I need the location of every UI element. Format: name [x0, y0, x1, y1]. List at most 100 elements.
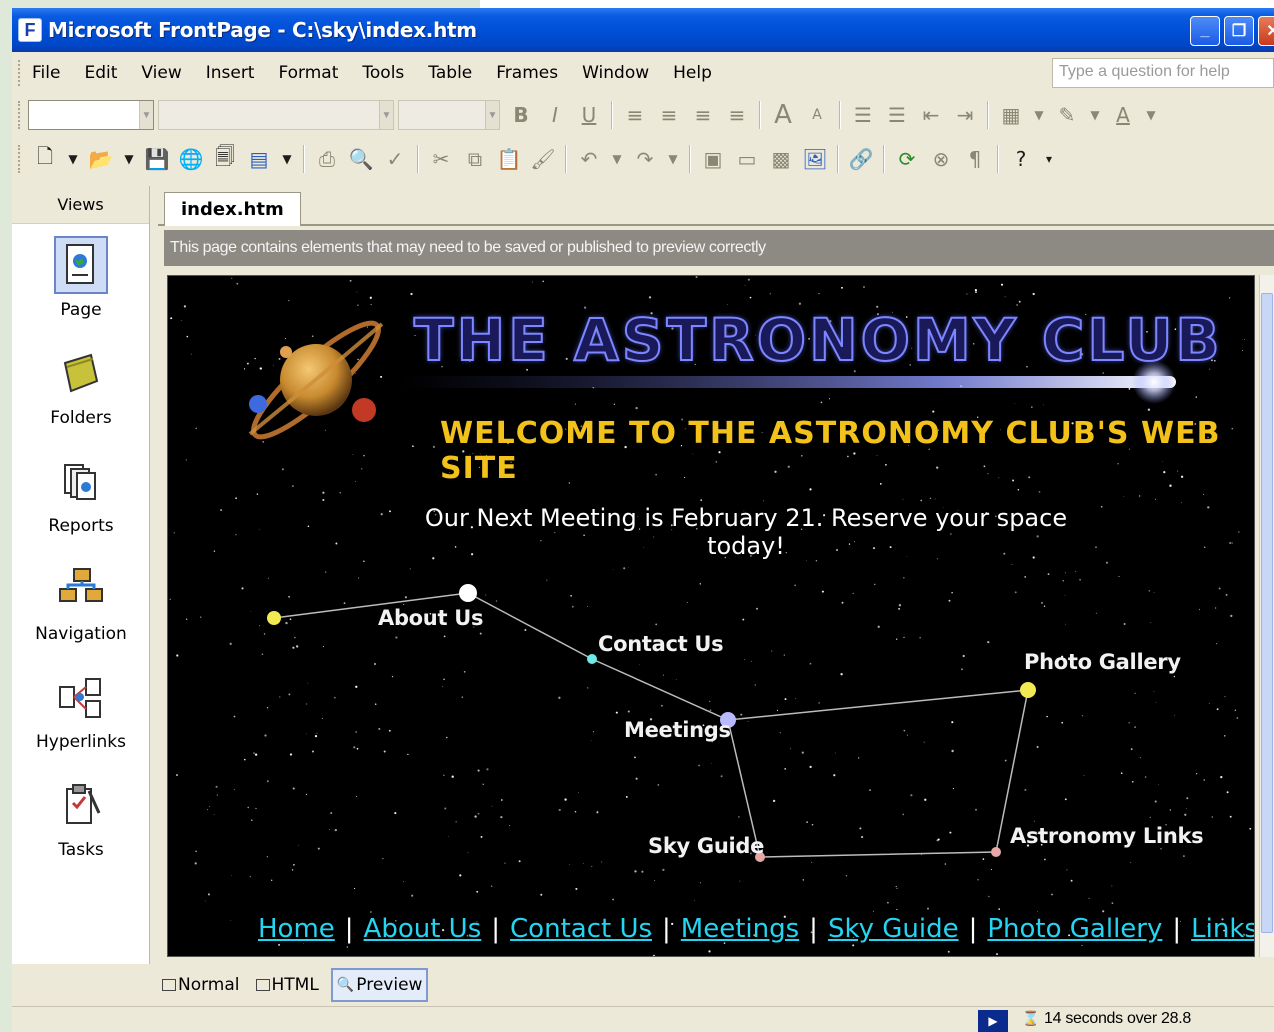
title-bar[interactable]: F Microsoft FrontPage - C:\sky\index.htm… [12, 8, 1274, 52]
chevron-down-icon[interactable]: ▼ [662, 143, 684, 175]
tab-preview[interactable]: 🔍 Preview [330, 968, 429, 1002]
copy-icon[interactable]: ⧉ [458, 143, 492, 175]
view-page[interactable]: Page [12, 236, 150, 340]
constellation-link-astronomy-links[interactable]: Astronomy Links [1010, 824, 1204, 848]
view-folders[interactable]: Folders [12, 344, 150, 448]
italic-button[interactable]: I [538, 99, 572, 131]
borders-icon[interactable]: ▦ [994, 99, 1028, 131]
nav-link-photo-gallery[interactable]: Photo Gallery [987, 914, 1162, 944]
align-right-icon[interactable]: ≡ [686, 99, 720, 131]
file-search-icon[interactable]: 🗐 [208, 143, 242, 175]
decrease-font-size-icon[interactable]: A [800, 99, 834, 131]
menu-edit[interactable]: Edit [84, 63, 117, 83]
spelling-icon[interactable]: ✓ [378, 143, 412, 175]
vertical-scrollbar[interactable] [1259, 275, 1274, 957]
close-button[interactable]: ✕ [1258, 16, 1274, 46]
open-folder-icon[interactable]: 📂 [84, 143, 118, 175]
constellation-link-meetings[interactable]: Meetings [624, 718, 731, 742]
redo-icon[interactable]: ↷ [628, 143, 662, 175]
font-color-icon[interactable]: A [1106, 99, 1140, 131]
toolbar-options-icon[interactable]: ▾ [1038, 143, 1060, 175]
menu-tools[interactable]: Tools [362, 63, 404, 83]
view-tasks[interactable]: Tasks [12, 776, 150, 880]
refresh-icon[interactable]: ⟳ [890, 143, 924, 175]
underline-button[interactable]: U [572, 99, 606, 131]
style-combo[interactable]: ▼ [28, 100, 154, 130]
nav-separator: | [1172, 914, 1182, 944]
stop-icon[interactable]: ⊗ [924, 143, 958, 175]
highlight-icon[interactable]: ✎ [1050, 99, 1084, 131]
toolbar-grip[interactable] [18, 101, 22, 129]
preview-in-browser-icon[interactable]: 🔍 [344, 143, 378, 175]
insert-picture-icon[interactable]: 🖼 [798, 143, 832, 175]
scrollbar-thumb[interactable] [1261, 293, 1273, 933]
toggle-pane-icon[interactable]: ▤ [242, 143, 276, 175]
menu-frames[interactable]: Frames [496, 63, 558, 83]
insert-table-icon[interactable]: ▭ [730, 143, 764, 175]
font-size-combo[interactable]: ▼ [398, 100, 500, 130]
chevron-down-icon[interactable]: ▼ [1084, 99, 1106, 131]
bold-button[interactable]: B [504, 99, 538, 131]
undo-icon[interactable]: ↶ [572, 143, 606, 175]
align-left-icon[interactable]: ≡ [618, 99, 652, 131]
chevron-down-icon[interactable]: ▼ [62, 143, 84, 175]
constellation-link-about[interactable]: About Us [378, 606, 483, 630]
ask-question-input[interactable]: Type a question for help [1052, 58, 1274, 88]
nav-link-meetings[interactable]: Meetings [681, 914, 799, 944]
nav-link-sky-guide[interactable]: Sky Guide [828, 914, 959, 944]
view-label: Page [60, 300, 102, 320]
web-page-preview[interactable]: THE ASTRONOMY CLUB WELCOME TO THE ASTRON… [167, 275, 1255, 957]
view-reports[interactable]: Reports [12, 452, 150, 556]
view-hyperlinks[interactable]: Hyperlinks [12, 668, 150, 772]
bullets-icon[interactable]: ☰ [880, 99, 914, 131]
insert-hyperlink-icon[interactable]: 🔗 [844, 143, 878, 175]
chevron-down-icon[interactable]: ▼ [606, 143, 628, 175]
nav-link-home[interactable]: Home [258, 914, 335, 944]
show-all-icon[interactable]: ¶ [958, 143, 992, 175]
menu-window[interactable]: Window [582, 63, 649, 83]
menu-bar-grip[interactable] [18, 60, 22, 86]
nav-link-contact[interactable]: Contact Us [510, 914, 652, 944]
align-center-icon[interactable]: ≡ [652, 99, 686, 131]
save-icon[interactable]: 💾 [140, 143, 174, 175]
frontpage-app-icon[interactable]: F [18, 18, 42, 42]
decrease-indent-icon[interactable]: ⇤ [914, 99, 948, 131]
minimize-button[interactable]: _ [1190, 16, 1220, 46]
view-navigation[interactable]: Navigation [12, 560, 150, 664]
tab-html[interactable]: HTML [252, 968, 323, 1002]
menu-table[interactable]: Table [428, 63, 472, 83]
publish-icon[interactable]: 🌐 [174, 143, 208, 175]
cut-icon[interactable]: ✂ [424, 143, 458, 175]
chevron-down-icon[interactable]: ▼ [276, 143, 298, 175]
web-component-icon[interactable]: ▣ [696, 143, 730, 175]
restore-button[interactable]: ❐ [1224, 16, 1254, 46]
help-icon[interactable]: ? [1004, 143, 1038, 175]
nav-link-about[interactable]: About Us [364, 914, 482, 944]
constellation-link-sky-guide[interactable]: Sky Guide [648, 834, 764, 858]
constellation-link-photo-gallery[interactable]: Photo Gallery [1024, 650, 1181, 674]
new-page-icon[interactable]: 🗋 [28, 143, 62, 175]
numbering-icon[interactable]: ☰ [846, 99, 880, 131]
insert-layer-icon[interactable]: ▩ [764, 143, 798, 175]
justify-icon[interactable]: ≡ [720, 99, 754, 131]
normal-view-icon [162, 979, 176, 991]
print-icon[interactable]: ⎙ [310, 143, 344, 175]
constellation-link-contact[interactable]: Contact Us [598, 632, 724, 656]
menu-help[interactable]: Help [673, 63, 712, 83]
menu-format[interactable]: Format [278, 63, 338, 83]
menu-view[interactable]: View [141, 63, 181, 83]
format-painter-icon[interactable]: 🖌 [526, 143, 560, 175]
toolbar-grip[interactable] [18, 145, 22, 173]
tab-normal[interactable]: Normal [158, 968, 244, 1002]
paste-icon[interactable]: 📋 [492, 143, 526, 175]
nav-link-links[interactable]: Links [1191, 914, 1254, 944]
tab-index-htm[interactable]: index.htm [164, 192, 301, 226]
menu-insert[interactable]: Insert [206, 63, 255, 83]
menu-file[interactable]: File [32, 63, 60, 83]
font-combo[interactable]: ▼ [158, 100, 394, 130]
chevron-down-icon[interactable]: ▼ [118, 143, 140, 175]
increase-indent-icon[interactable]: ⇥ [948, 99, 982, 131]
increase-font-size-icon[interactable]: A [766, 99, 800, 131]
chevron-down-icon[interactable]: ▼ [1140, 99, 1162, 131]
chevron-down-icon[interactable]: ▼ [1028, 99, 1050, 131]
